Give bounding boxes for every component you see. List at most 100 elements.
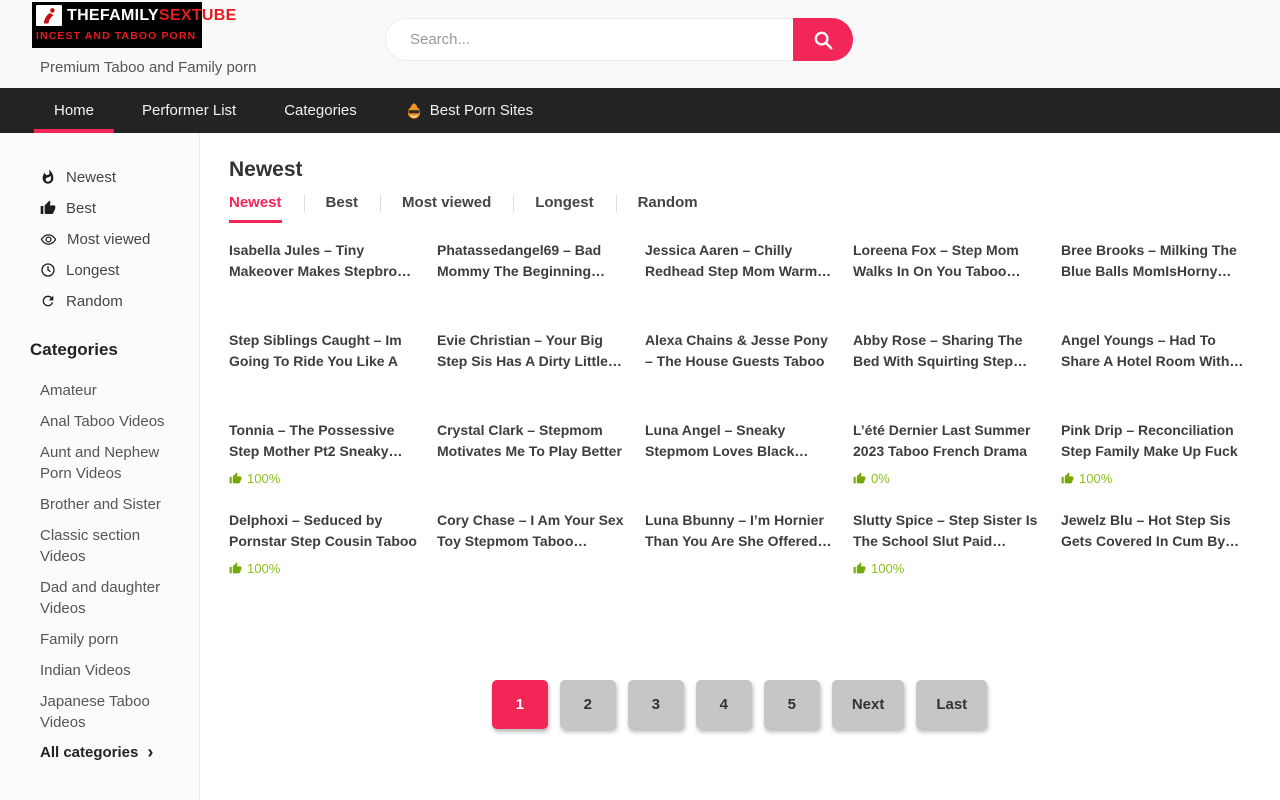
nav-item-performer-list[interactable]: Performer List xyxy=(122,88,256,133)
pagination-button-4[interactable]: 4 xyxy=(696,680,752,729)
tab-random[interactable]: Random xyxy=(616,194,720,223)
video-title: Jessica Aaren – Chilly Redhead Step Mom … xyxy=(645,240,834,282)
category-link-brother-and-sister[interactable]: Brother and Sister xyxy=(40,494,172,515)
nav-item-label: Categories xyxy=(284,102,357,119)
search-button[interactable] xyxy=(793,18,853,61)
video-title: Pink Drip – Reconciliation Step Family M… xyxy=(1061,420,1250,462)
rating-value: 0% xyxy=(871,471,890,486)
video-title: Alexa Chains & Jesse Pony – The House Gu… xyxy=(645,330,834,372)
video-card[interactable]: Loreena Fox – Step Mom Walks In On You T… xyxy=(853,240,1042,330)
nav-item-categories[interactable]: Categories xyxy=(264,88,377,133)
category-link-dad-and-daughter-videos[interactable]: Dad and daughter Videos xyxy=(40,577,172,619)
rating-value: 100% xyxy=(871,561,904,576)
video-title: Loreena Fox – Step Mom Walks In On You T… xyxy=(853,240,1042,282)
category-link-indian-videos[interactable]: Indian Videos xyxy=(40,660,172,681)
site-logo[interactable]: THEFAMILYSEXTUBE INCEST AND TABOO PORN xyxy=(32,2,202,48)
pagination-button-2[interactable]: 2 xyxy=(560,680,616,729)
video-title: Isabella Jules – Tiny Makeover Makes Ste… xyxy=(229,240,418,282)
tab-best[interactable]: Best xyxy=(304,194,381,223)
tab-newest[interactable]: Newest xyxy=(229,194,304,223)
logo-subtitle: INCEST AND TABOO PORN xyxy=(36,30,196,42)
video-title: Luna Bbunny – I’m Hornier Than You Are S… xyxy=(645,510,834,552)
video-card[interactable]: L’été Dernier Last Summer 2023 Taboo Fre… xyxy=(853,420,1042,510)
video-card[interactable]: Phatassedangel69 – Bad Mommy The Beginni… xyxy=(437,240,626,330)
video-card[interactable]: Delphoxi – Seduced by Pornstar Step Cous… xyxy=(229,510,418,600)
category-link-amateur[interactable]: Amateur xyxy=(40,380,172,401)
video-card[interactable]: Luna Bbunny – I’m Hornier Than You Are S… xyxy=(645,510,834,600)
video-card[interactable]: Bree Brooks – Milking The Blue Balls Mom… xyxy=(1061,240,1250,330)
category-link-anal-taboo-videos[interactable]: Anal Taboo Videos xyxy=(40,411,172,432)
video-title: Evie Christian – Your Big Step Sis Has A… xyxy=(437,330,626,372)
category-link-aunt-and-nephew-porn-videos[interactable]: Aunt and Nephew Porn Videos xyxy=(40,442,172,484)
rating-value: 100% xyxy=(247,561,280,576)
nav-item-label: Performer List xyxy=(142,102,236,119)
video-rating: 100% xyxy=(1061,471,1250,486)
video-card[interactable]: Step Siblings Caught – Im Going To Ride … xyxy=(229,330,418,420)
sidebar-item-most-viewed[interactable]: Most viewed xyxy=(40,230,179,248)
sort-list: Newest Best Most viewed Longest Random xyxy=(40,168,179,310)
sidebar-item-label: Longest xyxy=(66,262,119,279)
chevron-right-icon: › xyxy=(147,743,153,761)
sidebar-item-random[interactable]: Random xyxy=(40,292,179,310)
thumbs-up-icon xyxy=(229,472,242,485)
nav-item-best-porn-sites[interactable]: Best Porn Sites xyxy=(385,88,553,133)
sort-tabs: Newest BestMost viewed Longest Random xyxy=(229,194,1250,223)
video-card[interactable]: Isabella Jules – Tiny Makeover Makes Ste… xyxy=(229,240,418,330)
content-layout: NewestBestMost viewedLongestRandom Categ… xyxy=(0,133,1280,800)
search-bar xyxy=(385,18,853,61)
logo-title: THEFAMILYSEXTUBE xyxy=(67,8,237,24)
thumbs-up-icon xyxy=(853,472,866,485)
search-input[interactable] xyxy=(385,18,853,61)
category-link-japanese-taboo-videos[interactable]: Japanese Taboo Videos xyxy=(40,691,172,733)
category-link-family-porn[interactable]: Family porn xyxy=(40,629,172,650)
video-card[interactable]: Abby Rose – Sharing The Bed With Squirti… xyxy=(853,330,1042,420)
all-categories-label: All categories xyxy=(40,744,138,761)
tab-label: Newest xyxy=(229,194,282,223)
all-categories-link[interactable]: All categories › xyxy=(40,743,179,761)
pagination-button-last[interactable]: Last xyxy=(916,680,987,729)
video-card[interactable]: Alexa Chains & Jesse Pony – The House Gu… xyxy=(645,330,834,420)
site-tagline: Premium Taboo and Family porn xyxy=(40,59,257,76)
pagination-button-next[interactable]: Next xyxy=(832,680,905,729)
page-title: Newest xyxy=(229,158,1250,182)
video-card[interactable]: Cory Chase – I Am Your Sex Toy Stepmom T… xyxy=(437,510,626,600)
sidebar-item-best[interactable]: Best xyxy=(40,199,179,217)
video-rating: 100% xyxy=(853,561,1042,576)
eye-icon xyxy=(40,231,57,248)
sidebar-item-longest[interactable]: Longest xyxy=(40,261,179,279)
main-content: Newest Newest BestMost viewed Longest Rando… xyxy=(200,133,1280,800)
pagination-button-5[interactable]: 5 xyxy=(764,680,820,729)
categories-heading: Categories xyxy=(30,340,179,360)
video-title: Angel Youngs – Had To Share A Hotel Room… xyxy=(1061,330,1250,372)
video-card[interactable]: Jessica Aaren – Chilly Redhead Step Mom … xyxy=(645,240,834,330)
pagination-button-1[interactable]: 1 xyxy=(492,680,548,729)
video-card[interactable]: Pink Drip – Reconciliation Step Family M… xyxy=(1061,420,1250,510)
sidebar-item-label: Random xyxy=(66,293,123,310)
video-card[interactable]: Luna Angel – Sneaky Stepmom Loves Black … xyxy=(645,420,834,510)
category-link-classic-section-videos[interactable]: Classic section Videos xyxy=(40,525,172,567)
refresh-icon xyxy=(40,293,56,309)
video-title: Abby Rose – Sharing The Bed With Squirti… xyxy=(853,330,1042,372)
sidebar-item-newest[interactable]: Newest xyxy=(40,168,179,186)
tab-most-viewed[interactable]: Most viewed xyxy=(380,194,513,223)
video-title: Tonnia – The Possessive Step Mother Pt2 … xyxy=(229,420,418,462)
fire-icon xyxy=(40,169,56,185)
video-card[interactable]: Tonnia – The Possessive Step Mother Pt2 … xyxy=(229,420,418,510)
video-card[interactable]: Jewelz Blu – Hot Step Sis Gets Covered I… xyxy=(1061,510,1250,600)
video-title: Luna Angel – Sneaky Stepmom Loves Black … xyxy=(645,420,834,462)
video-card[interactable]: Angel Youngs – Had To Share A Hotel Room… xyxy=(1061,330,1250,420)
video-title: Cory Chase – I Am Your Sex Toy Stepmom T… xyxy=(437,510,626,552)
flame-face-icon xyxy=(405,102,423,120)
sidebar-item-label: Most viewed xyxy=(67,231,150,248)
tab-label: Longest xyxy=(535,194,593,220)
rating-value: 100% xyxy=(1079,471,1112,486)
video-card[interactable]: Evie Christian – Your Big Step Sis Has A… xyxy=(437,330,626,420)
nav-item-home[interactable]: Home xyxy=(34,88,114,133)
pagination: 12345NextLast xyxy=(229,680,1250,729)
video-card[interactable]: Slutty Spice – Step Sister Is The School… xyxy=(853,510,1042,600)
video-title: Delphoxi – Seduced by Pornstar Step Cous… xyxy=(229,510,418,552)
pagination-button-3[interactable]: 3 xyxy=(628,680,684,729)
video-card[interactable]: Crystal Clark – Stepmom Motivates Me To … xyxy=(437,420,626,510)
tab-longest[interactable]: Longest xyxy=(513,194,615,223)
video-title: Step Siblings Caught – Im Going To Ride … xyxy=(229,330,418,372)
